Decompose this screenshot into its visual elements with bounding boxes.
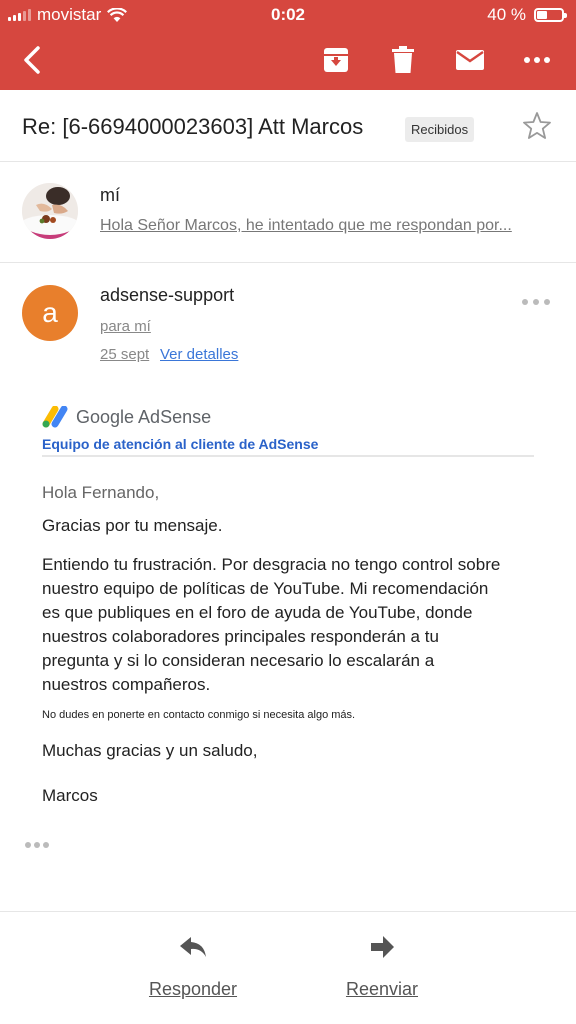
back-button[interactable] — [12, 40, 52, 80]
top-app-bar: movistar 0:02 40 % — [0, 0, 576, 90]
dot — [43, 842, 49, 848]
adsense-logo: Google AdSense — [42, 406, 211, 428]
divider — [0, 911, 576, 912]
subject-row: Re: [6-6694000023603] Att Marcos Recibid… — [0, 90, 576, 162]
paragraph-line: pregunta y si lo consideran necesario lo… — [42, 651, 435, 670]
more-options-button[interactable] — [517, 40, 557, 80]
mark-unread-button[interactable] — [450, 40, 490, 80]
status-bar: movistar 0:02 40 % — [0, 0, 576, 30]
battery-status: 40 % — [487, 5, 567, 25]
adsense-logo-icon — [42, 406, 68, 428]
star-icon[interactable] — [521, 110, 553, 142]
dot — [544, 299, 550, 305]
forward-label: Reenviar — [345, 979, 419, 999]
message-more-button[interactable] — [522, 295, 550, 309]
collapsed-message[interactable]: mí Hola Señor Marcos, he intentado que m… — [0, 163, 576, 263]
dot — [34, 842, 40, 848]
message-snippet[interactable]: Hola Señor Marcos, he intentado que me r… — [100, 217, 512, 235]
adsense-brand: Google AdSense — [76, 406, 212, 427]
message-toolbar — [0, 32, 576, 86]
dot — [25, 842, 31, 848]
battery-fill — [537, 11, 547, 19]
reply-icon — [180, 937, 206, 957]
mail-icon — [456, 50, 484, 70]
body-paragraph-1: Gracias por tu mensaje. — [42, 516, 223, 535]
paragraph-line: Entiendo tu frustración. Por desgracia n… — [42, 555, 501, 574]
paragraph-line: nuestro equipo de políticas de YouTube. … — [42, 579, 489, 598]
divider — [42, 455, 534, 457]
body-paragraph-2: Entiendo tu frustración. Por desgracia n… — [42, 553, 542, 697]
recipient-link[interactable]: para mí — [100, 318, 151, 335]
avatar: a — [22, 285, 78, 341]
details-link[interactable]: Ver detalles — [160, 346, 238, 363]
archive-icon — [324, 48, 348, 72]
signature: Marcos — [42, 786, 98, 805]
paragraph-line: nuestros compañeros. — [42, 675, 211, 694]
archive-button[interactable] — [316, 40, 356, 80]
trash-icon — [392, 46, 414, 73]
thread-subject: Re: [6-6694000023603] Att Marcos — [22, 114, 364, 139]
show-trimmed-content-button[interactable] — [25, 840, 49, 850]
sender-name: adsense-support — [100, 285, 235, 305]
back-icon — [24, 46, 40, 74]
sender-name: mí — [100, 185, 120, 205]
team-name: Equipo de atención al cliente de AdSense — [42, 436, 319, 452]
delete-button[interactable] — [383, 40, 423, 80]
avatar — [22, 183, 78, 239]
battery-percent: 40 % — [487, 5, 526, 24]
more-icon — [524, 57, 550, 63]
battery-icon — [534, 8, 567, 22]
forward-icon — [371, 936, 394, 958]
paragraph-line: nuestros colaboradores principales respo… — [42, 627, 439, 646]
avatar-letter: a — [42, 297, 58, 328]
dot — [522, 299, 528, 305]
forward-button[interactable]: Reenviar — [312, 935, 452, 1000]
paragraph-line: es que publiques en el foro de ayuda de … — [42, 603, 473, 622]
dot — [533, 299, 539, 305]
contact-note: No dudes en ponerte en contacto conmigo … — [42, 709, 356, 721]
closing: Muchas gracias y un saludo, — [42, 741, 258, 760]
greeting: Hola Fernando, — [42, 483, 160, 502]
food-photo-icon — [22, 183, 78, 239]
message-date: 25 sept — [100, 346, 150, 363]
reply-label: Responder — [148, 979, 238, 999]
label-chip[interactable]: Recibidos — [405, 117, 475, 142]
reply-button[interactable]: Responder — [123, 935, 263, 1000]
